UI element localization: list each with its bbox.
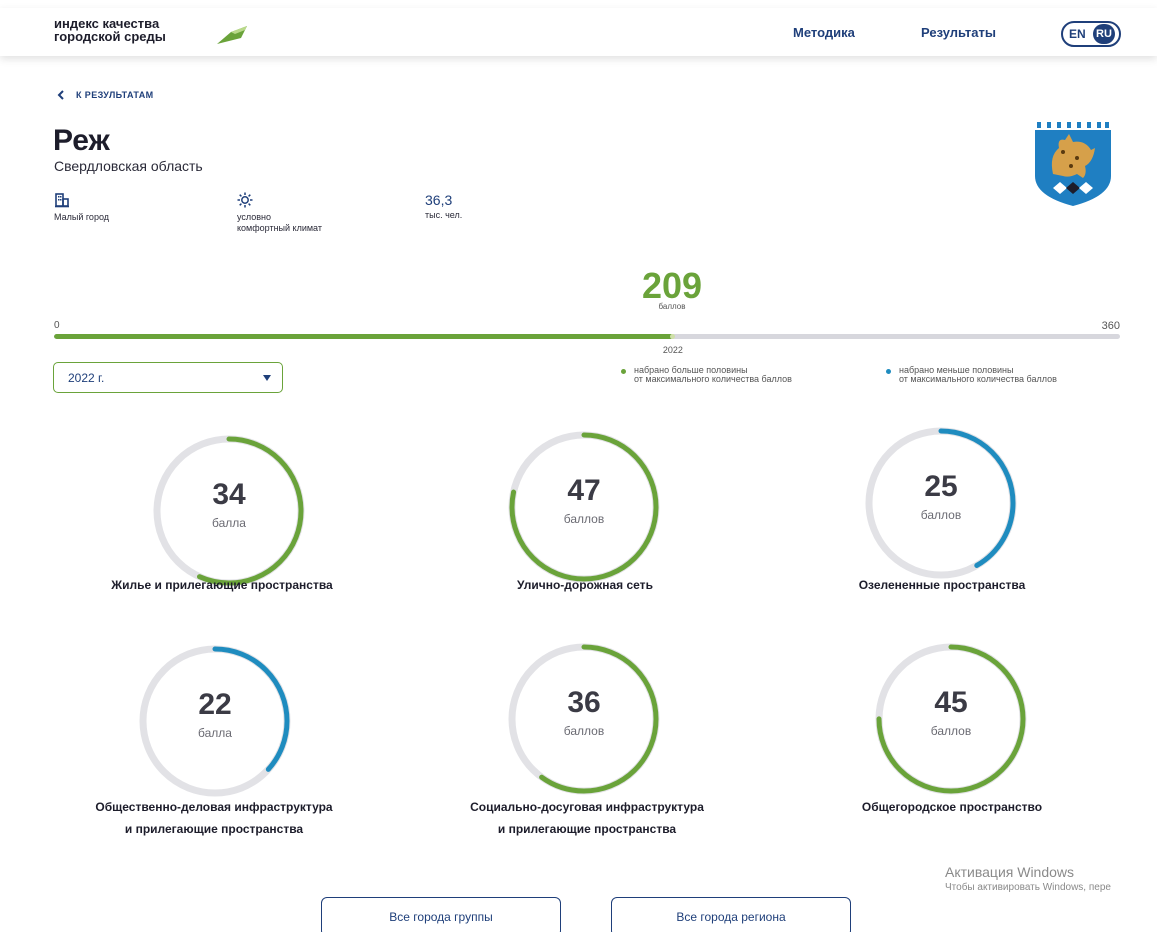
legend-green-line2: от максимального количества баллов	[634, 374, 792, 384]
all-region-cities-button[interactable]: Все города региона	[611, 897, 851, 932]
gauge-title-line2: и прилегающие пространства	[497, 822, 677, 836]
gauge-unit: балла	[198, 726, 232, 740]
nav-methodology-link[interactable]: Методика	[793, 25, 855, 40]
logo-line2: городской среды	[54, 29, 166, 44]
nav-results-link[interactable]: Результаты	[921, 25, 996, 40]
city-type-label: Малый город	[54, 212, 110, 222]
watermark-line1: Активация Windows	[945, 864, 1075, 880]
scale-max-label: 360	[1101, 320, 1120, 332]
gauge-unit: баллов	[563, 512, 605, 526]
total-score-bar-fill	[54, 334, 673, 339]
back-link-label: К РЕЗУЛЬТАТАМ	[76, 90, 154, 100]
year-select-value: 2022 г.	[68, 371, 105, 385]
climate-line1: условно	[237, 212, 272, 222]
building-icon	[55, 193, 69, 208]
population-value: 36,3	[425, 192, 453, 208]
back-to-results-link[interactable]: К РЕЗУЛЬТАТАМ	[54, 88, 154, 102]
gauge-title-line1: Жилье и прилегающие пространства	[111, 578, 333, 592]
climate-line2: комфортный климат	[237, 223, 322, 233]
windows-activation-watermark: Активация Windows Чтобы активировать Win…	[945, 864, 1111, 893]
city-type-stat: Малый город	[54, 192, 109, 223]
gauge-value: 34	[212, 478, 246, 511]
gauge-citywide[interactable]: 45 баллов	[866, 634, 1036, 804]
gauge-title-citywide: Общегородское пространство	[772, 796, 1132, 818]
gauge-unit: баллов	[930, 724, 972, 738]
site-logo[interactable]: индекс качества городской среды	[54, 17, 166, 43]
gauge-title-green-spaces: Озелененные пространства	[762, 574, 1122, 596]
logo-mark-icon	[217, 26, 247, 44]
gauge-title-business: Общественно-деловая инфраструктура и при…	[34, 796, 394, 840]
gauge-value: 45	[934, 686, 968, 719]
population-stat: 36,3 тыс. чел.	[425, 192, 462, 221]
region-name: Свердловская область	[54, 158, 203, 174]
lang-ru-option[interactable]: RU	[1093, 24, 1115, 44]
legend-dot-green	[621, 369, 626, 374]
legend-above-half: набрано больше половины от максимального…	[621, 366, 874, 384]
gauge-title-line2: и прилегающие пространства	[124, 822, 304, 836]
language-switch[interactable]: EN RU	[1061, 21, 1121, 47]
gauge-social[interactable]: 36 баллов	[499, 634, 669, 804]
gauge-title-social: Социально-досуговая инфраструктура и при…	[407, 796, 767, 840]
gauge-value: 22	[198, 688, 232, 721]
lang-en-option[interactable]: EN	[1069, 27, 1086, 41]
year-select[interactable]: 2022 г.	[53, 362, 283, 393]
top-header: индекс качества городской среды Методика…	[0, 8, 1157, 56]
all-group-cities-button[interactable]: Все города группы	[321, 897, 561, 932]
gauge-value: 25	[924, 470, 958, 503]
legend-below-half: набрано меньше половины от максимального…	[886, 366, 1139, 384]
gauge-value: 36	[567, 686, 601, 719]
legend-blue-line2: от максимального количества баллов	[899, 374, 1057, 384]
city-title: Реж	[53, 124, 110, 157]
sun-icon	[237, 192, 253, 208]
total-score-unit: баллов	[658, 302, 686, 311]
scale-min-label: 0	[54, 320, 60, 331]
climate-stat: условно комфортный климат	[237, 192, 322, 234]
gauge-title-streets: Улично-дорожная сеть	[405, 574, 765, 596]
gauge-title-line1: Социально-досуговая инфраструктура	[470, 800, 704, 814]
watermark-line2: Чтобы активировать Windows, пере	[945, 882, 1111, 893]
gauge-unit: баллов	[920, 508, 962, 522]
gauge-value: 47	[567, 474, 601, 507]
chevron-left-icon	[57, 90, 64, 100]
gauge-unit: балла	[212, 516, 246, 530]
gauge-business[interactable]: 22 балла	[130, 636, 300, 806]
gauge-streets[interactable]: 47 баллов	[499, 422, 669, 592]
gauge-title-line1: Общественно-деловая инфраструктура	[95, 800, 333, 814]
total-score-value: 209	[641, 265, 703, 306]
gauge-title-line1: Общегородское пространство	[861, 800, 1043, 814]
gauge-title-housing: Жилье и прилегающие пространства	[42, 574, 402, 596]
gauge-unit: баллов	[563, 724, 605, 738]
population-unit: тыс. чел.	[425, 210, 463, 220]
year-marker-label: 2022	[662, 345, 683, 355]
total-score-bar	[54, 334, 1120, 339]
chevron-down-icon	[263, 375, 271, 381]
gauge-green-spaces[interactable]: 25 баллов	[856, 418, 1026, 588]
gauge-title-line1: Озелененные пространства	[858, 578, 1026, 592]
gauge-title-line1: Улично-дорожная сеть	[517, 578, 653, 592]
city-emblem-icon	[1035, 120, 1111, 206]
legend-dot-blue	[886, 369, 891, 374]
gauge-housing[interactable]: 34 балла	[144, 426, 314, 596]
